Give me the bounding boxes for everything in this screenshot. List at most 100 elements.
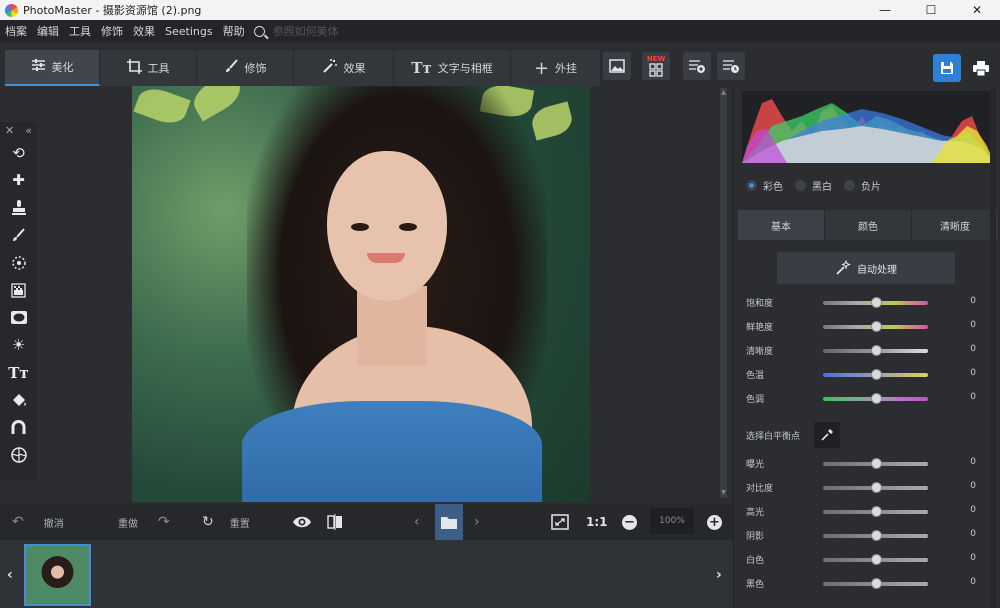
zoom-out-button[interactable]: − bbox=[622, 504, 637, 540]
canvas-area[interactable] bbox=[37, 86, 717, 502]
liquify-tool-icon[interactable] bbox=[0, 442, 37, 470]
reset-button[interactable]: ↻ 重置 bbox=[202, 504, 250, 540]
menu-help[interactable]: 帮助 bbox=[218, 23, 250, 39]
tab-effects[interactable]: 效果 bbox=[294, 50, 394, 86]
folder-icon bbox=[441, 516, 457, 529]
menu-edit[interactable]: 编辑 bbox=[32, 23, 64, 39]
light-tool-icon[interactable]: ☀ bbox=[0, 332, 37, 360]
fill-tool-icon[interactable] bbox=[0, 387, 37, 415]
tab-retouch-label: 修饰 bbox=[244, 62, 267, 75]
slider-knob[interactable] bbox=[871, 482, 882, 493]
bottom-bar: ↶ 撤消 重做 ↷ ↻ 重置 ‹ › 1:1 − + bbox=[0, 504, 733, 540]
tab-text-frames[interactable]: Tт 文字与相框 bbox=[394, 50, 511, 86]
canvas-vertical-scrollbar[interactable]: ▲ ▼ bbox=[720, 88, 727, 498]
mode-bw-radio[interactable] bbox=[795, 180, 806, 191]
slider-knob[interactable] bbox=[871, 369, 882, 380]
text-icon: Tт bbox=[411, 59, 432, 77]
slider-knob[interactable] bbox=[871, 530, 882, 541]
slider-value: 0 bbox=[970, 505, 976, 515]
zoom-level-field[interactable]: 100% bbox=[650, 508, 694, 534]
previous-image-icon[interactable]: ‹ bbox=[414, 504, 420, 540]
slider-row: 对比度 0 bbox=[746, 481, 996, 495]
magic-wand-icon bbox=[322, 58, 338, 78]
brush-tool-icon[interactable] bbox=[0, 222, 37, 250]
slider-knob[interactable] bbox=[871, 321, 882, 332]
close-palette-icon[interactable]: ✕ bbox=[5, 124, 14, 137]
mode-negative-radio[interactable] bbox=[844, 180, 855, 191]
white-balance-picker-button[interactable] bbox=[814, 422, 841, 448]
slider-knob[interactable] bbox=[871, 554, 882, 565]
tab-plugins-label: 外挂 bbox=[555, 62, 578, 75]
tab-retouch[interactable]: 修饰 bbox=[197, 50, 294, 86]
mode-color-radio[interactable] bbox=[746, 180, 757, 191]
slider-knob[interactable] bbox=[871, 506, 882, 517]
bandage-tool-icon[interactable]: ✚ bbox=[0, 167, 37, 195]
preview-toggle-button[interactable] bbox=[292, 504, 312, 540]
new-badge: NEW bbox=[646, 54, 666, 63]
image-compare-button[interactable] bbox=[603, 52, 631, 80]
slider-label: 鲜艳度 bbox=[746, 323, 774, 333]
add-preset-button[interactable] bbox=[683, 52, 711, 80]
menu-retouch[interactable]: 修饰 bbox=[96, 23, 128, 39]
print-button[interactable] bbox=[968, 54, 994, 82]
panel-scrollbar[interactable] bbox=[990, 88, 996, 608]
tab-basic[interactable]: 基本 bbox=[738, 210, 825, 240]
filmstrip-right-arrow-icon[interactable]: › bbox=[716, 567, 722, 583]
slider-knob[interactable] bbox=[871, 458, 882, 469]
slider-label: 白色 bbox=[746, 556, 765, 566]
warp-tool-icon[interactable] bbox=[0, 414, 37, 442]
close-button[interactable]: ✕ bbox=[954, 0, 1000, 20]
auto-correct-button[interactable]: 自动处理 bbox=[777, 252, 955, 284]
reset-icon: ↻ bbox=[202, 514, 214, 530]
actual-size-button[interactable]: 1:1 bbox=[586, 504, 608, 540]
fit-to-screen-button[interactable] bbox=[551, 504, 569, 540]
collage-button[interactable]: NEW bbox=[642, 52, 670, 80]
slider-value: 0 bbox=[970, 577, 976, 587]
tab-sharpness[interactable]: 清晰度 bbox=[912, 210, 999, 240]
photo-preview[interactable] bbox=[132, 86, 590, 502]
menu-settings[interactable]: Seetings bbox=[160, 25, 218, 38]
text-tool-icon[interactable]: Tт bbox=[0, 359, 37, 387]
search-icon[interactable] bbox=[253, 25, 265, 37]
slider-knob[interactable] bbox=[871, 297, 882, 308]
filmstrip-thumbnail[interactable] bbox=[24, 544, 91, 606]
menu-effects[interactable]: 效果 bbox=[128, 23, 160, 39]
slider-label: 色调 bbox=[746, 395, 765, 405]
filmstrip-left-arrow-icon[interactable]: ‹ bbox=[7, 567, 13, 583]
open-folder-button[interactable] bbox=[435, 504, 463, 540]
rotate-tool-icon[interactable]: ⟲ bbox=[0, 139, 37, 167]
save-button[interactable] bbox=[933, 54, 961, 82]
slider-knob[interactable] bbox=[871, 578, 882, 589]
stamp-tool-icon[interactable] bbox=[0, 194, 37, 222]
menu-search-input[interactable]: 参照如何美体 bbox=[273, 23, 339, 39]
minimize-button[interactable]: — bbox=[862, 0, 908, 20]
tab-plugins[interactable]: + 外挂 bbox=[511, 50, 601, 86]
tab-tools[interactable]: 工具 bbox=[100, 50, 197, 86]
adjustment-panel: 彩色 黑白 负片 基本 颜色 清晰度 自动处理 饱和度 0 鲜艳度 0 清晰度 0 色温 0 色… bbox=[733, 86, 1000, 608]
vignette-tool-icon[interactable] bbox=[0, 304, 37, 332]
slider-knob[interactable] bbox=[871, 393, 882, 404]
scroll-up-arrow-icon[interactable]: ▲ bbox=[720, 88, 727, 98]
redo-button[interactable]: 重做 ↷ bbox=[118, 504, 170, 540]
zoom-in-button[interactable]: + bbox=[707, 504, 722, 540]
radial-tool-icon[interactable] bbox=[0, 249, 37, 277]
slider-row: 鲜艳度 0 bbox=[746, 320, 996, 334]
gradient-tool-icon[interactable] bbox=[0, 277, 37, 305]
scroll-down-arrow-icon[interactable]: ▼ bbox=[720, 488, 727, 498]
slider-label: 阴影 bbox=[746, 532, 765, 542]
compare-button[interactable] bbox=[327, 504, 343, 540]
menu-tools[interactable]: 工具 bbox=[64, 23, 96, 39]
tab-enhance[interactable]: 美化 bbox=[5, 50, 100, 86]
preset-history-button[interactable] bbox=[717, 52, 745, 80]
menu-file[interactable]: 档案 bbox=[0, 23, 32, 39]
undo-button[interactable]: ↶ 撤消 bbox=[12, 504, 64, 540]
undo-icon: ↶ bbox=[12, 514, 24, 530]
crop-icon bbox=[126, 58, 142, 78]
tab-color[interactable]: 颜色 bbox=[825, 210, 912, 240]
slider-knob[interactable] bbox=[871, 345, 882, 356]
window-title: PhotoMaster - 摄影资源馆 (2).png bbox=[23, 4, 202, 17]
next-image-icon[interactable]: › bbox=[474, 504, 480, 540]
maximize-button[interactable]: ☐ bbox=[908, 0, 954, 20]
collapse-palette-icon[interactable]: « bbox=[25, 124, 32, 137]
slider-label: 饱和度 bbox=[746, 299, 774, 309]
